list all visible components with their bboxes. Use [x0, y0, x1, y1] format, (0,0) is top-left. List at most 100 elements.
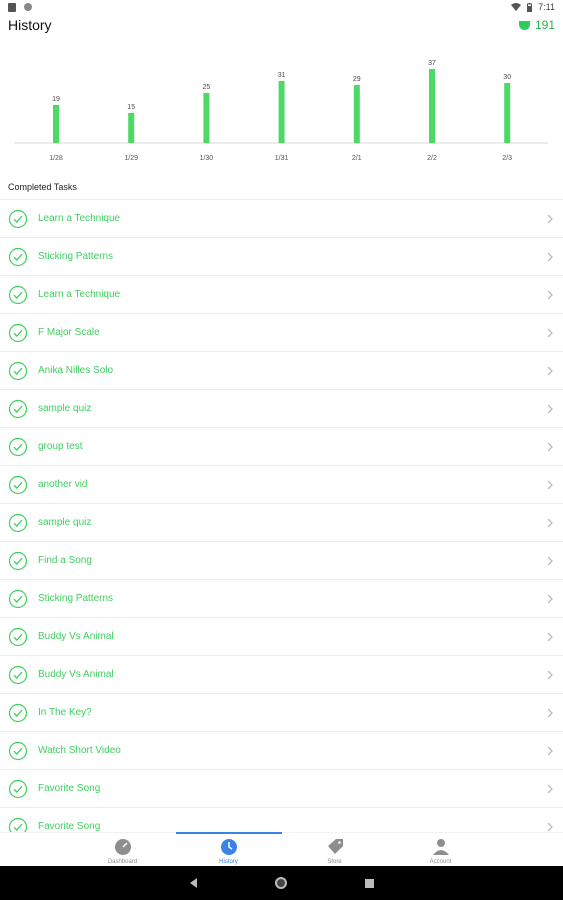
task-label: Anika Nilles Solo	[38, 365, 114, 376]
chart-bar	[203, 93, 210, 143]
chevron-right-icon	[547, 328, 553, 337]
chart-bar	[53, 105, 59, 143]
tab-label: Dashboard	[107, 859, 138, 865]
clock-icon	[220, 839, 237, 855]
task-label: Favorite Song	[38, 783, 101, 794]
x-tick-label: 1/31	[275, 155, 289, 162]
points-display[interactable]: 191	[518, 18, 555, 32]
person-icon	[432, 839, 449, 855]
task-label: Learn a Technique	[38, 213, 121, 224]
status-time: 7:11	[538, 2, 555, 12]
task-row[interactable]: sample quiz	[0, 504, 563, 542]
x-tick-label: 2/3	[502, 155, 512, 162]
chart-bar	[504, 83, 511, 143]
sync-icon	[24, 3, 32, 11]
chevron-right-icon	[547, 594, 553, 603]
tab-account[interactable]: Account	[388, 833, 494, 866]
chevron-right-icon	[547, 404, 553, 413]
task-row[interactable]: group test	[0, 428, 563, 466]
task-row[interactable]: another vid	[0, 466, 563, 504]
task-label: Buddy Vs Animal	[38, 669, 114, 680]
chevron-right-icon	[547, 670, 553, 679]
task-label: sample quiz	[38, 403, 92, 414]
task-row[interactable]: Learn a Technique	[0, 200, 563, 238]
check-circle-icon	[8, 551, 28, 570]
task-label: Buddy Vs Animal	[38, 631, 114, 642]
bar-value-label: 31	[278, 72, 286, 79]
task-label: Learn a Technique	[38, 289, 121, 300]
completed-task-list[interactable]: Learn a Technique Sticking Patterns Learn …	[0, 199, 563, 834]
chevron-right-icon	[547, 708, 553, 717]
check-circle-icon	[8, 247, 28, 266]
section-title: Completed Tasks	[8, 182, 77, 192]
back-icon[interactable]	[189, 878, 197, 888]
bar-value-label: 29	[353, 76, 361, 83]
tab-history[interactable]: History	[175, 832, 282, 866]
task-row[interactable]: Buddy Vs Animal	[0, 618, 563, 656]
x-tick-label: 1/30	[200, 155, 214, 162]
app-header: History 191	[0, 14, 563, 36]
check-circle-icon	[8, 399, 28, 418]
bar-value-label: 19	[52, 96, 60, 103]
recent-apps-icon[interactable]	[364, 878, 374, 888]
check-circle-icon	[8, 741, 28, 760]
home-icon[interactable]	[274, 877, 287, 889]
task-row[interactable]: Favorite Song	[0, 770, 563, 808]
chevron-right-icon	[547, 214, 553, 223]
task-row[interactable]: F Major Scale	[0, 314, 563, 352]
chevron-right-icon	[547, 822, 553, 831]
bar-value-label: 25	[203, 84, 211, 91]
x-tick-label: 1/28	[49, 155, 63, 162]
task-label: group test	[38, 441, 83, 452]
check-circle-icon	[8, 665, 28, 684]
chevron-right-icon	[547, 556, 553, 565]
status-bar: 7:11	[0, 0, 563, 14]
chevron-right-icon	[547, 784, 553, 793]
chart-bar	[429, 69, 435, 143]
check-circle-icon	[8, 475, 28, 494]
active-tab-indicator	[175, 832, 282, 834]
x-tick-label: 2/2	[427, 155, 437, 162]
task-row[interactable]: Buddy Vs Animal	[0, 656, 563, 694]
chart-bar	[278, 81, 285, 143]
check-circle-icon	[8, 437, 28, 456]
check-circle-icon	[8, 323, 28, 342]
bar-value-label: 15	[127, 104, 135, 111]
tab-label: Store	[327, 859, 342, 865]
task-row[interactable]: sample quiz	[0, 390, 563, 428]
task-row[interactable]: Watch Short Video	[0, 732, 563, 770]
task-label: Sticking Patterns	[38, 593, 114, 604]
task-label: Watch Short Video	[38, 745, 121, 756]
app-screen: 7:11 History 191 19 1/28 15 1/29 25 1/30 31 1/3…	[0, 0, 563, 900]
task-row[interactable]: Anika Nilles Solo	[0, 352, 563, 390]
task-row[interactable]: Favorite Song	[0, 808, 563, 834]
check-circle-icon	[8, 513, 28, 532]
task-row[interactable]: Sticking Patterns	[0, 580, 563, 618]
sd-card-icon	[8, 2, 16, 12]
battery-icon	[527, 2, 533, 12]
task-label: Favorite Song	[38, 821, 101, 832]
task-row[interactable]: Learn a Technique	[0, 276, 563, 314]
task-row[interactable]: In The Key?	[0, 694, 563, 732]
chevron-right-icon	[547, 366, 553, 375]
tag-icon	[327, 839, 343, 854]
chevron-right-icon	[547, 252, 553, 261]
check-circle-icon	[8, 779, 28, 798]
tab-dashboard[interactable]: Dashboard	[70, 833, 176, 866]
wifi-icon	[511, 3, 522, 11]
check-circle-icon	[8, 589, 28, 608]
task-label: Find a Song	[38, 555, 92, 566]
task-label: F Major Scale	[38, 327, 100, 338]
tab-store[interactable]: Store	[282, 833, 388, 866]
check-circle-icon	[8, 627, 28, 646]
gauge-icon	[114, 839, 131, 855]
task-row[interactable]: Find a Song	[0, 542, 563, 580]
chart-bar	[353, 85, 360, 143]
check-circle-icon	[8, 361, 28, 380]
bar-value-label: 37	[428, 60, 436, 67]
task-row[interactable]: Sticking Patterns	[0, 238, 563, 276]
points-count: 191	[534, 18, 555, 32]
tab-label: History	[219, 859, 238, 865]
chevron-right-icon	[547, 442, 553, 451]
page-title: History	[8, 17, 52, 33]
